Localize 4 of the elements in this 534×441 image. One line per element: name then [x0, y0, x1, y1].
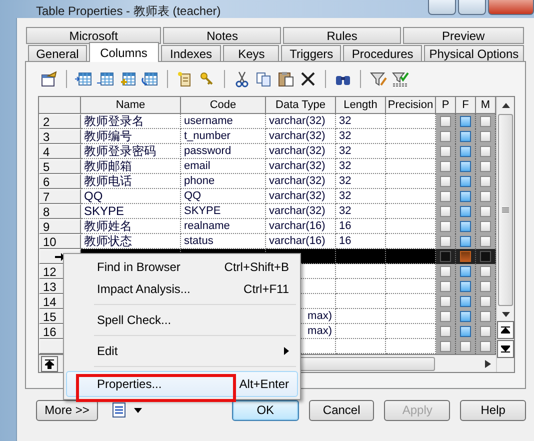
shortcut-label: Ctrl+Shift+B: [224, 260, 289, 274]
shortcut-label: Ctrl+F11: [244, 282, 289, 296]
window-title: Table Properties - 教师表 (teacher): [36, 4, 221, 18]
shortcut-label: Alt+Enter: [239, 377, 289, 391]
